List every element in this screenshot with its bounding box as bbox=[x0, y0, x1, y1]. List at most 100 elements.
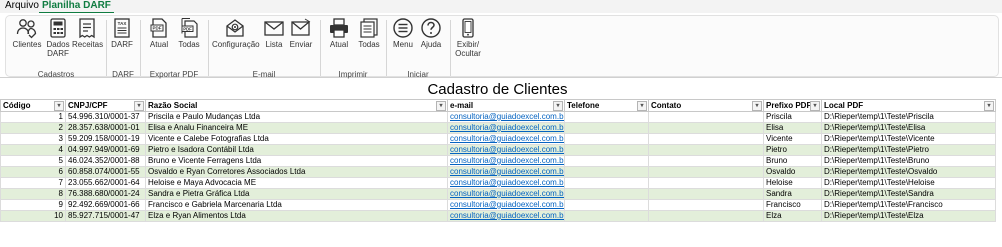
cell-email[interactable]: consultoria@guiadoexcel.com.br bbox=[447, 122, 565, 134]
email-link[interactable]: consultoria@guiadoexcel.com.br bbox=[450, 146, 564, 155]
email-link[interactable]: consultoria@guiadoexcel.com.br bbox=[450, 113, 564, 122]
column-header[interactable]: Código ▾ bbox=[0, 99, 66, 112]
cell-cnpj[interactable]: 60.858.074/0001-55 bbox=[65, 166, 146, 178]
cell-codigo[interactable]: 5 bbox=[0, 155, 66, 167]
cell-razao-social[interactable]: Elza e Ryan Alimentos Ltda bbox=[145, 210, 448, 222]
cell-codigo[interactable]: 3 bbox=[0, 133, 66, 145]
cell-cnpj[interactable]: 04.997.949/0001-69 bbox=[65, 144, 146, 156]
cell-email[interactable]: consultoria@guiadoexcel.com.br bbox=[447, 188, 565, 200]
cell-local-pdf[interactable]: D:\Rieper\temp\1\Teste\Vicente bbox=[821, 133, 996, 145]
cell-local-pdf[interactable]: D:\Rieper\temp\1\Teste\Priscila bbox=[821, 111, 996, 123]
cell-cnpj[interactable]: 54.996.310/0001-37 bbox=[65, 111, 146, 123]
cell-email[interactable]: consultoria@guiadoexcel.com.br bbox=[447, 111, 565, 123]
cell-cnpj[interactable]: 23.055.662/0001-64 bbox=[65, 177, 146, 189]
cell-prefixo-pdf[interactable]: Francisco bbox=[763, 199, 822, 211]
column-header[interactable]: e-mail ▾ bbox=[447, 99, 565, 112]
column-header[interactable]: Contato ▾ bbox=[648, 99, 764, 112]
cell-razao-social[interactable]: Bruno e Vicente Ferragens Ltda bbox=[145, 155, 448, 167]
email-link[interactable]: consultoria@guiadoexcel.com.br bbox=[450, 190, 564, 199]
column-header[interactable]: Local PDF ▾ bbox=[821, 99, 996, 112]
cell-contato[interactable] bbox=[648, 155, 764, 167]
cell-prefixo-pdf[interactable]: Heloise bbox=[763, 177, 822, 189]
cell-codigo[interactable]: 9 bbox=[0, 199, 66, 211]
cell-codigo[interactable]: 8 bbox=[0, 188, 66, 200]
exportar-pdf-atual-button[interactable]: PDF Atual bbox=[146, 17, 172, 49]
email-link[interactable]: consultoria@guiadoexcel.com.br bbox=[450, 168, 564, 177]
cell-cnpj[interactable]: 92.492.669/0001-66 bbox=[65, 199, 146, 211]
email-link[interactable]: consultoria@guiadoexcel.com.br bbox=[450, 179, 564, 188]
cell-local-pdf[interactable]: D:\Rieper\temp\1\Teste\Elisa bbox=[821, 122, 996, 134]
cell-cnpj[interactable]: 46.024.352/0001-88 bbox=[65, 155, 146, 167]
filter-dropdown-icon[interactable]: ▾ bbox=[984, 101, 994, 111]
cell-razao-social[interactable]: Heloise e Maya Advocacia ME bbox=[145, 177, 448, 189]
cell-razao-social[interactable]: Osvaldo e Ryan Corretores Associados Ltd… bbox=[145, 166, 448, 178]
cell-local-pdf[interactable]: D:\Rieper\temp\1\Teste\Francisco bbox=[821, 199, 996, 211]
email-link[interactable]: consultoria@guiadoexcel.com.br bbox=[450, 124, 564, 133]
filter-dropdown-icon[interactable]: ▾ bbox=[637, 101, 647, 111]
cell-local-pdf[interactable]: D:\Rieper\temp\1\Teste\Sandra bbox=[821, 188, 996, 200]
email-link[interactable]: consultoria@guiadoexcel.com.br bbox=[450, 201, 564, 210]
cell-local-pdf[interactable]: D:\Rieper\temp\1\Teste\Elza bbox=[821, 210, 996, 222]
cell-email[interactable]: consultoria@guiadoexcel.com.br bbox=[447, 133, 565, 145]
cell-codigo[interactable]: 6 bbox=[0, 166, 66, 178]
cell-local-pdf[interactable]: D:\Rieper\temp\1\Teste\Pietro bbox=[821, 144, 996, 156]
cell-contato[interactable] bbox=[648, 133, 764, 145]
cell-telefone[interactable] bbox=[564, 188, 649, 200]
cell-codigo[interactable]: 7 bbox=[0, 177, 66, 189]
cell-prefixo-pdf[interactable]: Vicente bbox=[763, 133, 822, 145]
cell-cnpj[interactable]: 85.927.715/0001-47 bbox=[65, 210, 146, 222]
cell-email[interactable]: consultoria@guiadoexcel.com.br bbox=[447, 144, 565, 156]
column-header[interactable]: Telefone ▾ bbox=[564, 99, 649, 112]
cell-local-pdf[interactable]: D:\Rieper\temp\1\Teste\Heloise bbox=[821, 177, 996, 189]
column-header[interactable]: Razão Social ▾ bbox=[145, 99, 448, 112]
imprimir-atual-button[interactable]: Atual bbox=[326, 17, 352, 49]
cell-email[interactable]: consultoria@guiadoexcel.com.br bbox=[447, 155, 565, 167]
cell-telefone[interactable] bbox=[564, 122, 649, 134]
enviar-button[interactable]: Enviar bbox=[288, 17, 314, 49]
cell-codigo[interactable]: 10 bbox=[0, 210, 66, 222]
dados-darf-button[interactable]: Dados DARF bbox=[44, 17, 72, 58]
cell-razao-social[interactable]: Priscila e Paulo Mudanças Ltda bbox=[145, 111, 448, 123]
filter-dropdown-icon[interactable]: ▾ bbox=[810, 101, 820, 111]
ajuda-button[interactable]: Ajuda bbox=[418, 17, 444, 49]
cell-contato[interactable] bbox=[648, 210, 764, 222]
cell-razao-social[interactable]: Pietro e Isadora Contábil Ltda bbox=[145, 144, 448, 156]
cell-email[interactable]: consultoria@guiadoexcel.com.br bbox=[447, 166, 565, 178]
cell-contato[interactable] bbox=[648, 166, 764, 178]
cell-telefone[interactable] bbox=[564, 144, 649, 156]
cell-prefixo-pdf[interactable]: Elza bbox=[763, 210, 822, 222]
cell-codigo[interactable]: 2 bbox=[0, 122, 66, 134]
email-link[interactable]: consultoria@guiadoexcel.com.br bbox=[450, 157, 564, 166]
clientes-button[interactable]: Clientes bbox=[12, 17, 42, 49]
cell-telefone[interactable] bbox=[564, 166, 649, 178]
cell-razao-social[interactable]: Sandra e Pietra Gráfica Ltda bbox=[145, 188, 448, 200]
cell-prefixo-pdf[interactable]: Bruno bbox=[763, 155, 822, 167]
cell-contato[interactable] bbox=[648, 111, 764, 123]
filter-dropdown-icon[interactable]: ▾ bbox=[134, 101, 144, 111]
cell-email[interactable]: consultoria@guiadoexcel.com.br bbox=[447, 210, 565, 222]
lista-button[interactable]: Lista bbox=[262, 17, 286, 49]
cell-prefixo-pdf[interactable]: Sandra bbox=[763, 188, 822, 200]
cell-contato[interactable] bbox=[648, 144, 764, 156]
exportar-pdf-todas-button[interactable]: PDF Todas bbox=[176, 17, 202, 49]
filter-dropdown-icon[interactable]: ▾ bbox=[752, 101, 762, 111]
column-header[interactable]: Prefixo PDF ▾ bbox=[763, 99, 822, 112]
cell-cnpj[interactable]: 59.209.158/0001-19 bbox=[65, 133, 146, 145]
cell-telefone[interactable] bbox=[564, 210, 649, 222]
cell-email[interactable]: consultoria@guiadoexcel.com.br bbox=[447, 177, 565, 189]
cell-telefone[interactable] bbox=[564, 155, 649, 167]
tab-arquivo[interactable]: Arquivo bbox=[2, 0, 42, 12]
cell-telefone[interactable] bbox=[564, 199, 649, 211]
receitas-button[interactable]: Receitas bbox=[72, 17, 103, 49]
cell-telefone[interactable] bbox=[564, 111, 649, 123]
menu-button[interactable]: Menu bbox=[390, 17, 416, 49]
cell-telefone[interactable] bbox=[564, 177, 649, 189]
cell-telefone[interactable] bbox=[564, 133, 649, 145]
cell-codigo[interactable]: 4 bbox=[0, 144, 66, 156]
cell-prefixo-pdf[interactable]: Elisa bbox=[763, 122, 822, 134]
filter-dropdown-icon[interactable]: ▾ bbox=[436, 101, 446, 111]
cell-razao-social[interactable]: Francisco e Gabriela Marcenaria Ltda bbox=[145, 199, 448, 211]
filter-dropdown-icon[interactable]: ▾ bbox=[553, 101, 563, 111]
configuracao-button[interactable]: Configuração bbox=[212, 17, 260, 49]
cell-contato[interactable] bbox=[648, 177, 764, 189]
